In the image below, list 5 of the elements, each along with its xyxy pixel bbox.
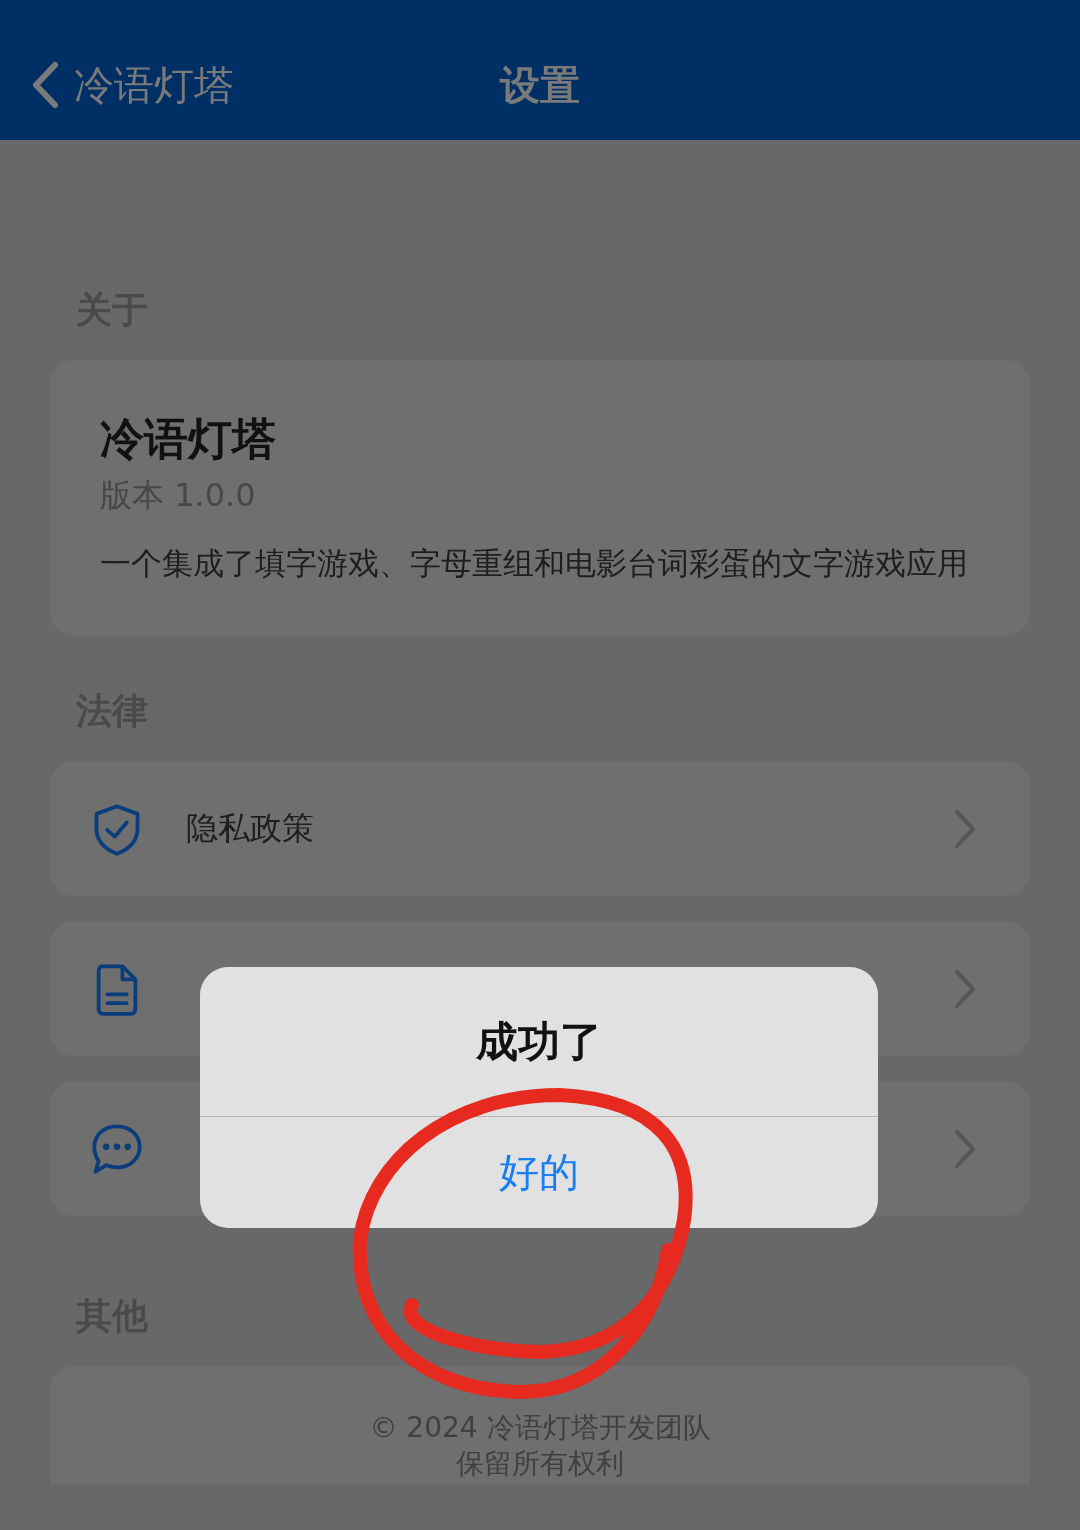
app-description: 一个集成了填字游戏、字母重组和电影台词彩蛋的文字游戏应用 <box>100 544 969 583</box>
screen-title: 设置 <box>500 60 580 110</box>
dialog-title: 成功了 <box>476 1015 602 1068</box>
row-label: 隐私政策 <box>186 807 314 849</box>
app-name: 冷语灯塔 <box>100 412 276 466</box>
